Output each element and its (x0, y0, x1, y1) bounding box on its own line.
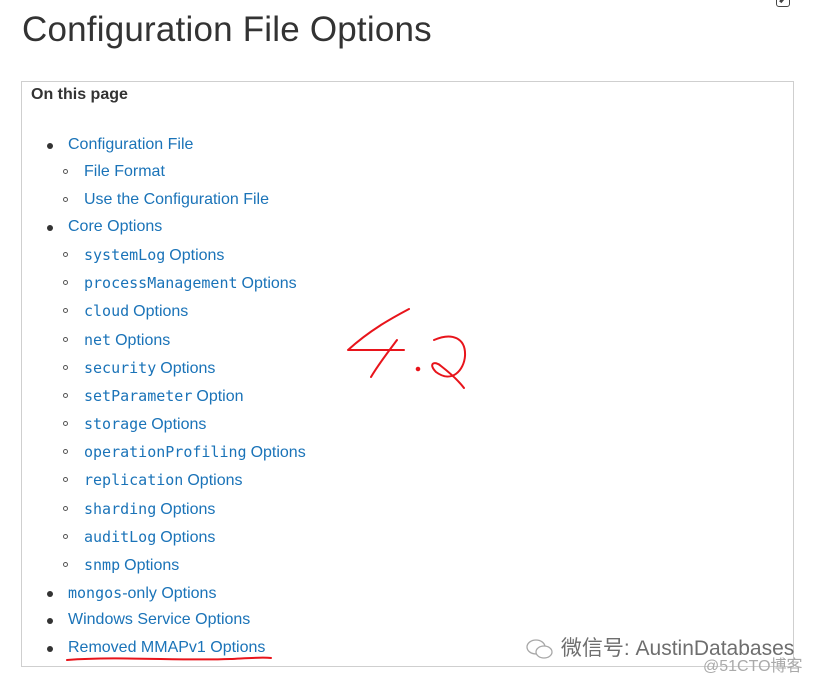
toc-link[interactable]: net Options (84, 331, 171, 349)
toc-item: sharding Options (63, 498, 216, 520)
toc-link-code: cloud (84, 302, 130, 320)
toc-link-code: net (84, 331, 112, 349)
toc-link-label: Options (187, 472, 243, 489)
toc-link[interactable]: Core Options (68, 218, 162, 235)
circle-bullet-icon (63, 197, 68, 202)
toc-link[interactable]: systemLog Options (84, 246, 225, 264)
toc-link-code: security (84, 359, 157, 377)
toc-link-code: mongos (68, 584, 123, 602)
toc-link[interactable]: operationProfiling Options (84, 443, 306, 461)
wechat-icon (526, 639, 553, 660)
toc-link[interactable]: sharding Options (84, 500, 216, 518)
toc-link-label: Use the Configuration File (84, 191, 269, 208)
toc-link[interactable]: processManagement Options (84, 274, 297, 292)
toc-link[interactable]: Use the Configuration File (84, 191, 269, 208)
toc-link-code: sharding (84, 500, 157, 518)
toc-link-label: Options (124, 557, 180, 574)
on-this-page-toc: On this page Configuration File File Form… (21, 81, 794, 667)
toc-link-label: Options (250, 444, 306, 461)
toc-link-code: operationProfiling (84, 443, 247, 461)
circle-bullet-icon (63, 308, 68, 313)
toc-item: Removed MMAPv1 Options (47, 637, 265, 659)
toc-heading: On this page (31, 86, 128, 103)
bullet-icon (47, 618, 53, 624)
toc-item: File Format (63, 161, 165, 183)
toc-link-label: Options (115, 332, 171, 349)
toc-link-code: auditLog (84, 528, 157, 546)
bullet-icon (47, 143, 53, 149)
toc-link[interactable]: setParameter Option (84, 387, 244, 405)
toc-link[interactable]: storage Options (84, 415, 207, 433)
circle-bullet-icon (63, 365, 68, 370)
circle-bullet-icon (63, 449, 68, 454)
toc-item: Configuration File (47, 134, 193, 156)
toc-link-label: Options (133, 303, 189, 320)
toc-link[interactable]: Configuration File (68, 136, 193, 153)
toc-link-code: replication (84, 471, 184, 489)
bullet-icon (47, 225, 53, 231)
toc-link-label: Options (151, 416, 207, 433)
toc-link[interactable]: cloud Options (84, 302, 189, 320)
circle-bullet-icon (63, 421, 68, 426)
circle-bullet-icon (63, 506, 68, 511)
toc-link-label: Options (160, 501, 216, 518)
circle-bullet-icon (63, 477, 68, 482)
toc-link[interactable]: replication Options (84, 471, 243, 489)
toc-link-code: storage (84, 415, 148, 433)
circle-bullet-icon (63, 337, 68, 342)
toc-link-label: -only Options (122, 585, 217, 602)
toc-item: mongos-only Options (47, 582, 217, 604)
circle-bullet-icon (63, 252, 68, 257)
toc-link-label: File Format (84, 163, 165, 180)
toc-link-label: Options (160, 360, 216, 377)
toc-link[interactable]: mongos-only Options (68, 584, 217, 602)
toc-item: auditLog Options (63, 526, 216, 548)
toc-link[interactable]: Windows Service Options (68, 611, 250, 628)
toc-link-label: Core Options (68, 218, 163, 235)
toc-item: Windows Service Options (47, 609, 250, 631)
toc-item: processManagement Options (63, 272, 297, 294)
toc-link[interactable]: snmp Options (84, 556, 180, 574)
source-watermark: @51CTO博客 (703, 658, 803, 675)
toc-item: setParameter Option (63, 385, 244, 407)
toc-link-label: Windows Service Options (68, 611, 251, 628)
toc-item: security Options (63, 357, 216, 379)
toc-link-label: Options (169, 247, 225, 264)
toc-link-code: snmp (84, 556, 121, 574)
circle-bullet-icon (63, 280, 68, 285)
toc-link[interactable]: File Format (84, 163, 165, 180)
bullet-icon (47, 646, 53, 652)
circle-bullet-icon (63, 169, 68, 174)
toc-link[interactable]: auditLog Options (84, 528, 216, 546)
toc-item: operationProfiling Options (63, 441, 306, 463)
page-title: Configuration File Options (22, 10, 432, 49)
toc-link-label: Removed MMAPv1 Options (68, 639, 266, 656)
circle-bullet-icon (63, 562, 68, 567)
toc-item: snmp Options (63, 554, 180, 576)
bullet-icon (47, 591, 53, 597)
toc-link-code: setParameter (84, 387, 193, 405)
toc-item: storage Options (63, 413, 207, 435)
toc-item: net Options (63, 329, 171, 351)
toc-link-label: Options (160, 529, 216, 546)
toc-link[interactable]: security Options (84, 359, 216, 377)
toc-link-code: systemLog (84, 246, 166, 264)
toc-link-label: Configuration File (68, 136, 194, 153)
toc-link-code: processManagement (84, 274, 238, 292)
toc-item: replication Options (63, 469, 243, 491)
toc-link-label: Option (196, 388, 244, 405)
toc-item: systemLog Options (63, 244, 225, 266)
toc-item: Core Options (47, 216, 162, 238)
toc-item: Use the Configuration File (63, 189, 269, 211)
circle-bullet-icon (63, 393, 68, 398)
toc-link[interactable]: Removed MMAPv1 Options (68, 639, 265, 656)
circle-bullet-icon (63, 534, 68, 539)
toc-link-label: Options (241, 275, 297, 292)
edit-page-icon[interactable] (776, 0, 790, 7)
toc-item: cloud Options (63, 300, 189, 322)
